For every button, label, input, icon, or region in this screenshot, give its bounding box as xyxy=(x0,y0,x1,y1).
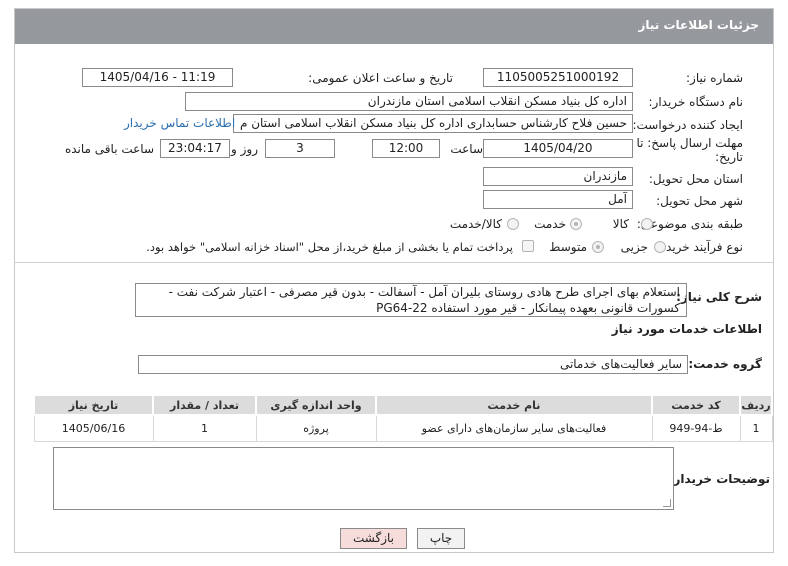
treasury-payment-note: پرداخت تمام یا بخشی از مبلغ خرید،از محل … xyxy=(146,240,513,254)
category-option-goods: کالا xyxy=(612,217,629,231)
announce-datetime-field: 1405/04/16 - 11:19 xyxy=(82,68,233,87)
city-label: شهر محل تحویل: xyxy=(656,194,743,208)
creator-label: ایجاد کننده درخواست: xyxy=(632,118,743,132)
services-table-header: ردیف کد خدمت نام خدمت واحد اندازه گیری ت… xyxy=(33,394,773,416)
purchase-radio-medium[interactable] xyxy=(592,241,604,253)
purchase-option-minor: جزیی xyxy=(620,240,648,254)
deadline-date-field: 1405/04/20 xyxy=(483,139,633,158)
services-section-title: اطلاعات خدمات مورد نیاز xyxy=(611,322,762,336)
city-field: آمل xyxy=(483,190,633,209)
col-need-date: تاریخ نیاز xyxy=(33,394,154,416)
buyer-org-label: نام دستگاه خریدار: xyxy=(648,95,744,109)
days-label: روز و xyxy=(231,142,258,156)
category-option-service: خدمت xyxy=(534,217,566,231)
cell-service-code: ط-94-949 xyxy=(651,414,741,442)
time-remaining-field: 23:04:17 xyxy=(160,139,230,158)
service-group-label: گروه خدمت: xyxy=(688,357,762,371)
buyer-contact-link[interactable]: اطلاعات تماس خریدار xyxy=(124,116,235,130)
print-button[interactable]: چاپ xyxy=(417,528,465,549)
creator-field: حسین فلاح کارشناس حسابداری اداره کل بنیا… xyxy=(233,114,633,133)
purchase-type-label: نوع فرآیند خرید : xyxy=(658,240,743,254)
cell-need-date: 1405/06/16 xyxy=(33,414,154,442)
service-group-field: سایر فعالیت‌های خدماتی xyxy=(138,355,688,374)
treasury-payment-checkbox[interactable] xyxy=(522,240,534,252)
purchase-option-medium: متوسط xyxy=(549,240,587,254)
announce-label: تاریخ و ساعت اعلان عمومی: xyxy=(308,71,453,85)
deadline-label-date: تاریخ: xyxy=(715,150,743,164)
col-service-name: نام خدمت xyxy=(375,394,653,416)
cell-service-name: فعالیت‌های سایر سازمان‌های دارای عضو xyxy=(375,414,653,442)
cell-quantity: 1 xyxy=(152,414,257,442)
deadline-label: مهلت ارسال پاسخ: تا xyxy=(636,136,743,150)
col-service-code: کد خدمت xyxy=(651,394,741,416)
col-unit: واحد اندازه گیری xyxy=(255,394,377,416)
purchase-radio-minor[interactable] xyxy=(654,241,666,253)
deadline-time-label: ساعت xyxy=(450,142,483,156)
col-row-number: ردیف xyxy=(739,394,773,416)
category-radio-goods[interactable] xyxy=(641,218,653,230)
province-field: مازندران xyxy=(483,167,633,186)
buyer-notes-textarea[interactable] xyxy=(53,447,674,510)
cell-unit: پروژه xyxy=(255,414,377,442)
resize-grip-icon[interactable] xyxy=(663,499,671,507)
need-number-label: شماره نیاز: xyxy=(686,71,743,85)
category-radio-goods-service[interactable] xyxy=(507,218,519,230)
table-row: 1 ط-94-949 فعالیت‌های سایر سازمان‌های دا… xyxy=(33,414,773,442)
category-option-goods-service: کالا/خدمت xyxy=(449,217,502,231)
services-table: ردیف کد خدمت نام خدمت واحد اندازه گیری ت… xyxy=(33,394,773,442)
buyer-notes-label: توضیحات خریدار: xyxy=(668,472,770,486)
need-number-field: 1105005251000192 xyxy=(483,68,633,87)
province-label: استان محل تحویل: xyxy=(648,172,743,186)
deadline-time-field: 12:00 xyxy=(372,139,440,158)
page-title: جزئیات اطلاعات نیاز xyxy=(638,18,759,32)
category-radio-service[interactable] xyxy=(570,218,582,230)
back-button[interactable]: بازگشت xyxy=(340,528,407,549)
panel-header: جزئیات اطلاعات نیاز xyxy=(15,9,773,44)
days-remaining-field: 3 xyxy=(265,139,335,158)
buyer-org-field: اداره کل بنیاد مسکن انقلاب اسلامی استان … xyxy=(185,92,633,111)
summary-textbox: استعلام بهای اجرای طرح هادی روستای بلیرا… xyxy=(135,283,687,317)
col-quantity: تعداد / مقدار xyxy=(152,394,257,416)
section-divider xyxy=(14,262,774,263)
time-remaining-label: ساعت باقی مانده xyxy=(64,142,154,156)
summary-label: شرح کلی نیاز: xyxy=(676,290,762,304)
cell-row-number: 1 xyxy=(739,414,773,442)
